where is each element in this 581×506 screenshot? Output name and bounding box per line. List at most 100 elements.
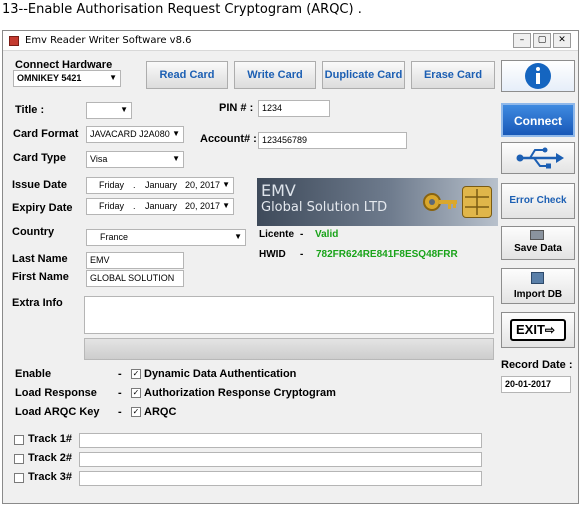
exit-button[interactable]: EXIT⇨ <box>501 312 575 348</box>
issue-weekday: Friday <box>99 180 125 190</box>
track2-checkbox[interactable] <box>14 454 24 464</box>
app-icon <box>9 36 19 46</box>
write-card-button[interactable]: Write Card <box>234 61 316 89</box>
extra-info-field[interactable] <box>84 296 494 334</box>
load-arqc-key-dash: - <box>118 406 122 418</box>
date-separator: . <box>133 201 136 211</box>
dda-text: Dynamic Data Authentication <box>144 368 297 380</box>
exit-icon: EXIT⇨ <box>510 319 566 341</box>
error-check-button[interactable]: Error Check <box>501 183 575 219</box>
enable-label: Enable <box>15 368 52 380</box>
chevron-down-icon: ▼ <box>172 129 180 138</box>
app-window: Emv Reader Writer Software v8.6 – ▢ ✕ Co… <box>2 30 579 504</box>
chevron-down-icon: ▼ <box>120 105 128 114</box>
arqc-checkbox[interactable]: ✓ <box>131 407 141 417</box>
read-card-button[interactable]: Read Card <box>146 61 228 89</box>
minimize-button[interactable]: – <box>513 33 531 48</box>
issue-date-label: Issue Date <box>12 179 68 191</box>
save-data-label: Save Data <box>514 243 562 254</box>
issue-date-picker[interactable]: Friday . January 20, 2017 ▼ <box>86 177 234 194</box>
track2-label: Track 2# <box>28 452 73 464</box>
country-select[interactable]: France ▼ <box>86 229 246 246</box>
first-name-field[interactable]: GLOBAL SOLUTION <box>86 270 184 287</box>
title-bar: Emv Reader Writer Software v8.6 – ▢ ✕ <box>3 31 578 51</box>
load-response-dash: - <box>118 387 122 399</box>
connect-button[interactable]: Connect <box>501 103 575 137</box>
license-dash: - <box>300 229 304 240</box>
chevron-down-icon: ▼ <box>172 154 180 163</box>
card-format-label: Card Format <box>13 128 79 140</box>
expiry-date-label: Expiry Date <box>12 202 73 214</box>
expiry-date-picker[interactable]: Friday . January 20, 2017 ▼ <box>86 198 234 215</box>
duplicate-card-button[interactable]: Duplicate Card <box>322 61 405 89</box>
arqc-text: ARQC <box>144 406 177 418</box>
usb-icon <box>516 147 564 169</box>
key-icon <box>422 184 460 220</box>
usb-button[interactable] <box>501 142 575 174</box>
card-type-select[interactable]: Visa ▼ <box>86 151 184 168</box>
chip-icon <box>462 186 492 218</box>
pin-label: PIN # : <box>219 102 254 114</box>
database-icon <box>531 272 544 284</box>
chevron-down-icon: ▼ <box>234 232 242 241</box>
track2-field[interactable] <box>79 452 482 467</box>
extra-info-label: Extra Info <box>12 297 63 309</box>
issue-day-year: 20, 2017 <box>185 180 221 190</box>
dda-checkbox[interactable]: ✓ <box>131 369 141 379</box>
date-separator: . <box>133 180 136 190</box>
progress-bar <box>84 338 494 360</box>
record-date-label: Record Date : <box>501 359 573 371</box>
expiry-day-year: 20, 2017 <box>185 201 221 211</box>
erase-card-button[interactable]: Erase Card <box>411 61 495 89</box>
license-status: Valid <box>315 229 339 240</box>
info-icon <box>525 63 551 89</box>
disk-icon <box>530 230 544 240</box>
banner-line2: Global Solution LTD <box>261 200 388 215</box>
arc-checkbox[interactable]: ✓ <box>131 388 141 398</box>
track3-field[interactable] <box>79 471 482 486</box>
title-select[interactable]: ▼ <box>86 102 132 119</box>
card-type-value: Visa <box>90 154 108 164</box>
title-label: Title : <box>15 104 45 116</box>
track1-checkbox[interactable] <box>14 435 24 445</box>
banner-line1: EMV <box>261 181 296 200</box>
track3-checkbox[interactable] <box>14 473 24 483</box>
hwid-label: HWID <box>259 249 286 260</box>
card-type-label: Card Type <box>13 152 66 164</box>
chevron-down-icon: ▼ <box>222 180 230 189</box>
account-label: Account# : <box>200 133 257 145</box>
chevron-down-icon: ▼ <box>222 201 230 210</box>
card-format-value: JAVACARD J2A080 <box>90 129 170 139</box>
import-db-button[interactable]: Import DB <box>501 268 575 304</box>
pin-field[interactable]: 1234 <box>258 100 330 117</box>
maximize-button[interactable]: ▢ <box>533 33 551 48</box>
last-name-field[interactable]: EMV <box>86 252 184 269</box>
record-date-field[interactable]: 20-01-2017 <box>501 376 571 393</box>
chevron-down-icon: ▼ <box>109 73 117 82</box>
page-caption: 13--Enable Authorisation Request Cryptog… <box>2 2 362 17</box>
last-name-label: Last Name <box>12 253 68 265</box>
track3-label: Track 3# <box>28 471 73 483</box>
arc-text: Authorization Response Cryptogram <box>144 387 336 399</box>
expiry-month: January <box>145 201 178 211</box>
close-button[interactable]: ✕ <box>553 33 571 48</box>
expiry-weekday: Friday <box>99 201 125 211</box>
load-arqc-key-label: Load ARQC Key <box>15 406 100 418</box>
import-db-label: Import DB <box>513 289 563 300</box>
card-format-select[interactable]: JAVACARD J2A080 ▼ <box>86 126 184 143</box>
license-label: Licente <box>259 229 295 240</box>
issue-month: January <box>145 180 178 190</box>
save-data-button[interactable]: Save Data <box>501 226 575 260</box>
track1-label: Track 1# <box>28 433 73 445</box>
exit-label: EXIT <box>516 322 545 337</box>
account-field[interactable]: 123456789 <box>258 132 407 149</box>
track1-field[interactable] <box>79 433 482 448</box>
info-button[interactable] <box>501 60 575 92</box>
hardware-select[interactable]: OMNIKEY 5421 ▼ <box>13 70 121 87</box>
first-name-label: First Name <box>12 271 69 283</box>
load-response-label: Load Response <box>15 387 97 399</box>
hwid-dash: - <box>300 249 304 260</box>
hwid-value: 782FR624RE841F8ESQ48FRR <box>316 249 458 260</box>
emv-banner: EMV Global Solution LTD <box>257 178 498 226</box>
window-title: Emv Reader Writer Software v8.6 <box>25 35 192 46</box>
